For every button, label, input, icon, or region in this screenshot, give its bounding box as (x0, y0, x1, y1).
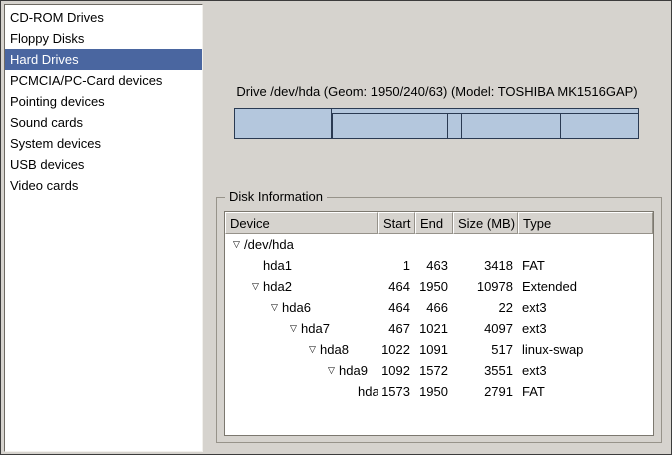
partition-segment-hda8[interactable] (447, 114, 461, 138)
hardware-browser-window: CD-ROM DrivesFloppy DisksHard DrivesPCMC… (0, 0, 672, 455)
cell-type: ext3 (518, 318, 653, 339)
device-list-item[interactable]: Pointing devices (5, 91, 202, 112)
tree-indent (225, 370, 324, 371)
expander-icon[interactable]: ▽ (248, 276, 263, 297)
device-list-item[interactable]: USB devices (5, 154, 202, 175)
tree-indent (225, 328, 286, 329)
partition-segment-hda1[interactable] (235, 109, 331, 138)
cell-end: 1091 (415, 339, 453, 360)
device-list-item[interactable]: Hard Drives (5, 49, 202, 70)
disk-information-frame: Disk Information DeviceStartEndSize (MB)… (216, 197, 662, 443)
tree-indent (225, 286, 248, 287)
cell-device: ▽hda9 (225, 360, 378, 381)
device-list-item[interactable]: Floppy Disks (5, 28, 202, 49)
cell-type: FAT (518, 381, 653, 402)
extended-partition-area (332, 113, 638, 138)
table-row[interactable]: ▽/dev/hda (225, 234, 653, 255)
disk-information-title: Disk Information (225, 189, 327, 204)
partition-segment-hda9[interactable] (461, 114, 560, 138)
cell-start: 464 (378, 276, 415, 297)
cell-size (453, 234, 518, 255)
table-row[interactable]: ▽hda746710214097ext3 (225, 318, 653, 339)
tree-indent (225, 391, 343, 392)
column-header-start[interactable]: Start (378, 212, 415, 234)
partition-bar (234, 108, 639, 139)
drive-geometry-label: Drive /dev/hda (Geom: 1950/240/63) (Mode… (224, 84, 650, 99)
device-name: hda1 (263, 255, 292, 276)
cell-start: 464 (378, 297, 415, 318)
cell-type: ext3 (518, 360, 653, 381)
table-row[interactable]: ▽hda9109215723551ext3 (225, 360, 653, 381)
partition-segment-hda2[interactable] (331, 109, 638, 138)
column-header-end[interactable]: End (415, 212, 453, 234)
partition-segment-hda7[interactable] (332, 114, 446, 138)
cell-end: 1572 (415, 360, 453, 381)
cell-device: ▽hda2 (225, 276, 378, 297)
table-row[interactable]: ▽hda2464195010978Extended (225, 276, 653, 297)
cell-type: linux-swap (518, 339, 653, 360)
cell-end (415, 234, 453, 255)
device-list-item[interactable]: Sound cards (5, 112, 202, 133)
cell-end: 1950 (415, 381, 453, 402)
disk-table: DeviceStartEndSize (MB)Type ▽/dev/hda▽hd… (224, 211, 654, 436)
cell-type: Extended (518, 276, 653, 297)
disk-table-header: DeviceStartEndSize (MB)Type (225, 212, 653, 234)
column-header-type[interactable]: Type (518, 212, 653, 234)
device-list: CD-ROM DrivesFloppy DisksHard DrivesPCMC… (4, 4, 203, 452)
table-row[interactable]: ▽hda5157319502791FAT (225, 381, 653, 402)
cell-type: ext3 (518, 297, 653, 318)
cell-start: 1022 (378, 339, 415, 360)
cell-start: 1573 (378, 381, 415, 402)
expander-icon[interactable]: ▽ (305, 339, 320, 360)
cell-start: 1 (378, 255, 415, 276)
device-name: hda7 (301, 318, 330, 339)
cell-device: ▽/dev/hda (225, 234, 378, 255)
device-name: hda9 (339, 360, 368, 381)
cell-device: ▽hda5 (225, 381, 378, 402)
column-header-size-mb[interactable]: Size (MB) (453, 212, 518, 234)
cell-start: 467 (378, 318, 415, 339)
expander-icon[interactable]: ▽ (324, 360, 339, 381)
table-row[interactable]: ▽hda810221091517linux-swap (225, 339, 653, 360)
device-list-item[interactable]: PCMCIA/PC-Card devices (5, 70, 202, 91)
expander-icon[interactable]: ▽ (267, 297, 282, 318)
column-header-device[interactable]: Device (225, 212, 378, 234)
disk-table-body: ▽/dev/hda▽hda114633418FAT▽hda24641950109… (225, 234, 653, 435)
device-name: hda5 (358, 381, 378, 402)
cell-size: 3551 (453, 360, 518, 381)
cell-end: 1950 (415, 276, 453, 297)
cell-end: 1021 (415, 318, 453, 339)
device-name: hda6 (282, 297, 311, 318)
cell-device: ▽hda6 (225, 297, 378, 318)
device-name: hda2 (263, 276, 292, 297)
table-row[interactable]: ▽hda114633418FAT (225, 255, 653, 276)
device-name: hda8 (320, 339, 349, 360)
device-list-item[interactable]: Video cards (5, 175, 202, 196)
tree-indent (225, 265, 248, 266)
cell-start (378, 234, 415, 255)
cell-start: 1092 (378, 360, 415, 381)
cell-type: FAT (518, 255, 653, 276)
device-name: /dev/hda (244, 234, 294, 255)
cell-device: ▽hda8 (225, 339, 378, 360)
table-row[interactable]: ▽hda646446622ext3 (225, 297, 653, 318)
device-list-item[interactable]: System devices (5, 133, 202, 154)
cell-size: 10978 (453, 276, 518, 297)
expander-icon[interactable]: ▽ (229, 234, 244, 255)
tree-indent (225, 349, 305, 350)
cell-size: 22 (453, 297, 518, 318)
cell-end: 463 (415, 255, 453, 276)
cell-device: ▽hda7 (225, 318, 378, 339)
cell-device: ▽hda1 (225, 255, 378, 276)
cell-size: 4097 (453, 318, 518, 339)
device-list-item[interactable]: CD-ROM Drives (5, 7, 202, 28)
partition-segment-hda5[interactable] (560, 114, 638, 138)
tree-indent (225, 307, 267, 308)
cell-end: 466 (415, 297, 453, 318)
expander-icon[interactable]: ▽ (286, 318, 301, 339)
cell-size: 2791 (453, 381, 518, 402)
cell-size: 3418 (453, 255, 518, 276)
cell-type (518, 234, 653, 255)
cell-size: 517 (453, 339, 518, 360)
